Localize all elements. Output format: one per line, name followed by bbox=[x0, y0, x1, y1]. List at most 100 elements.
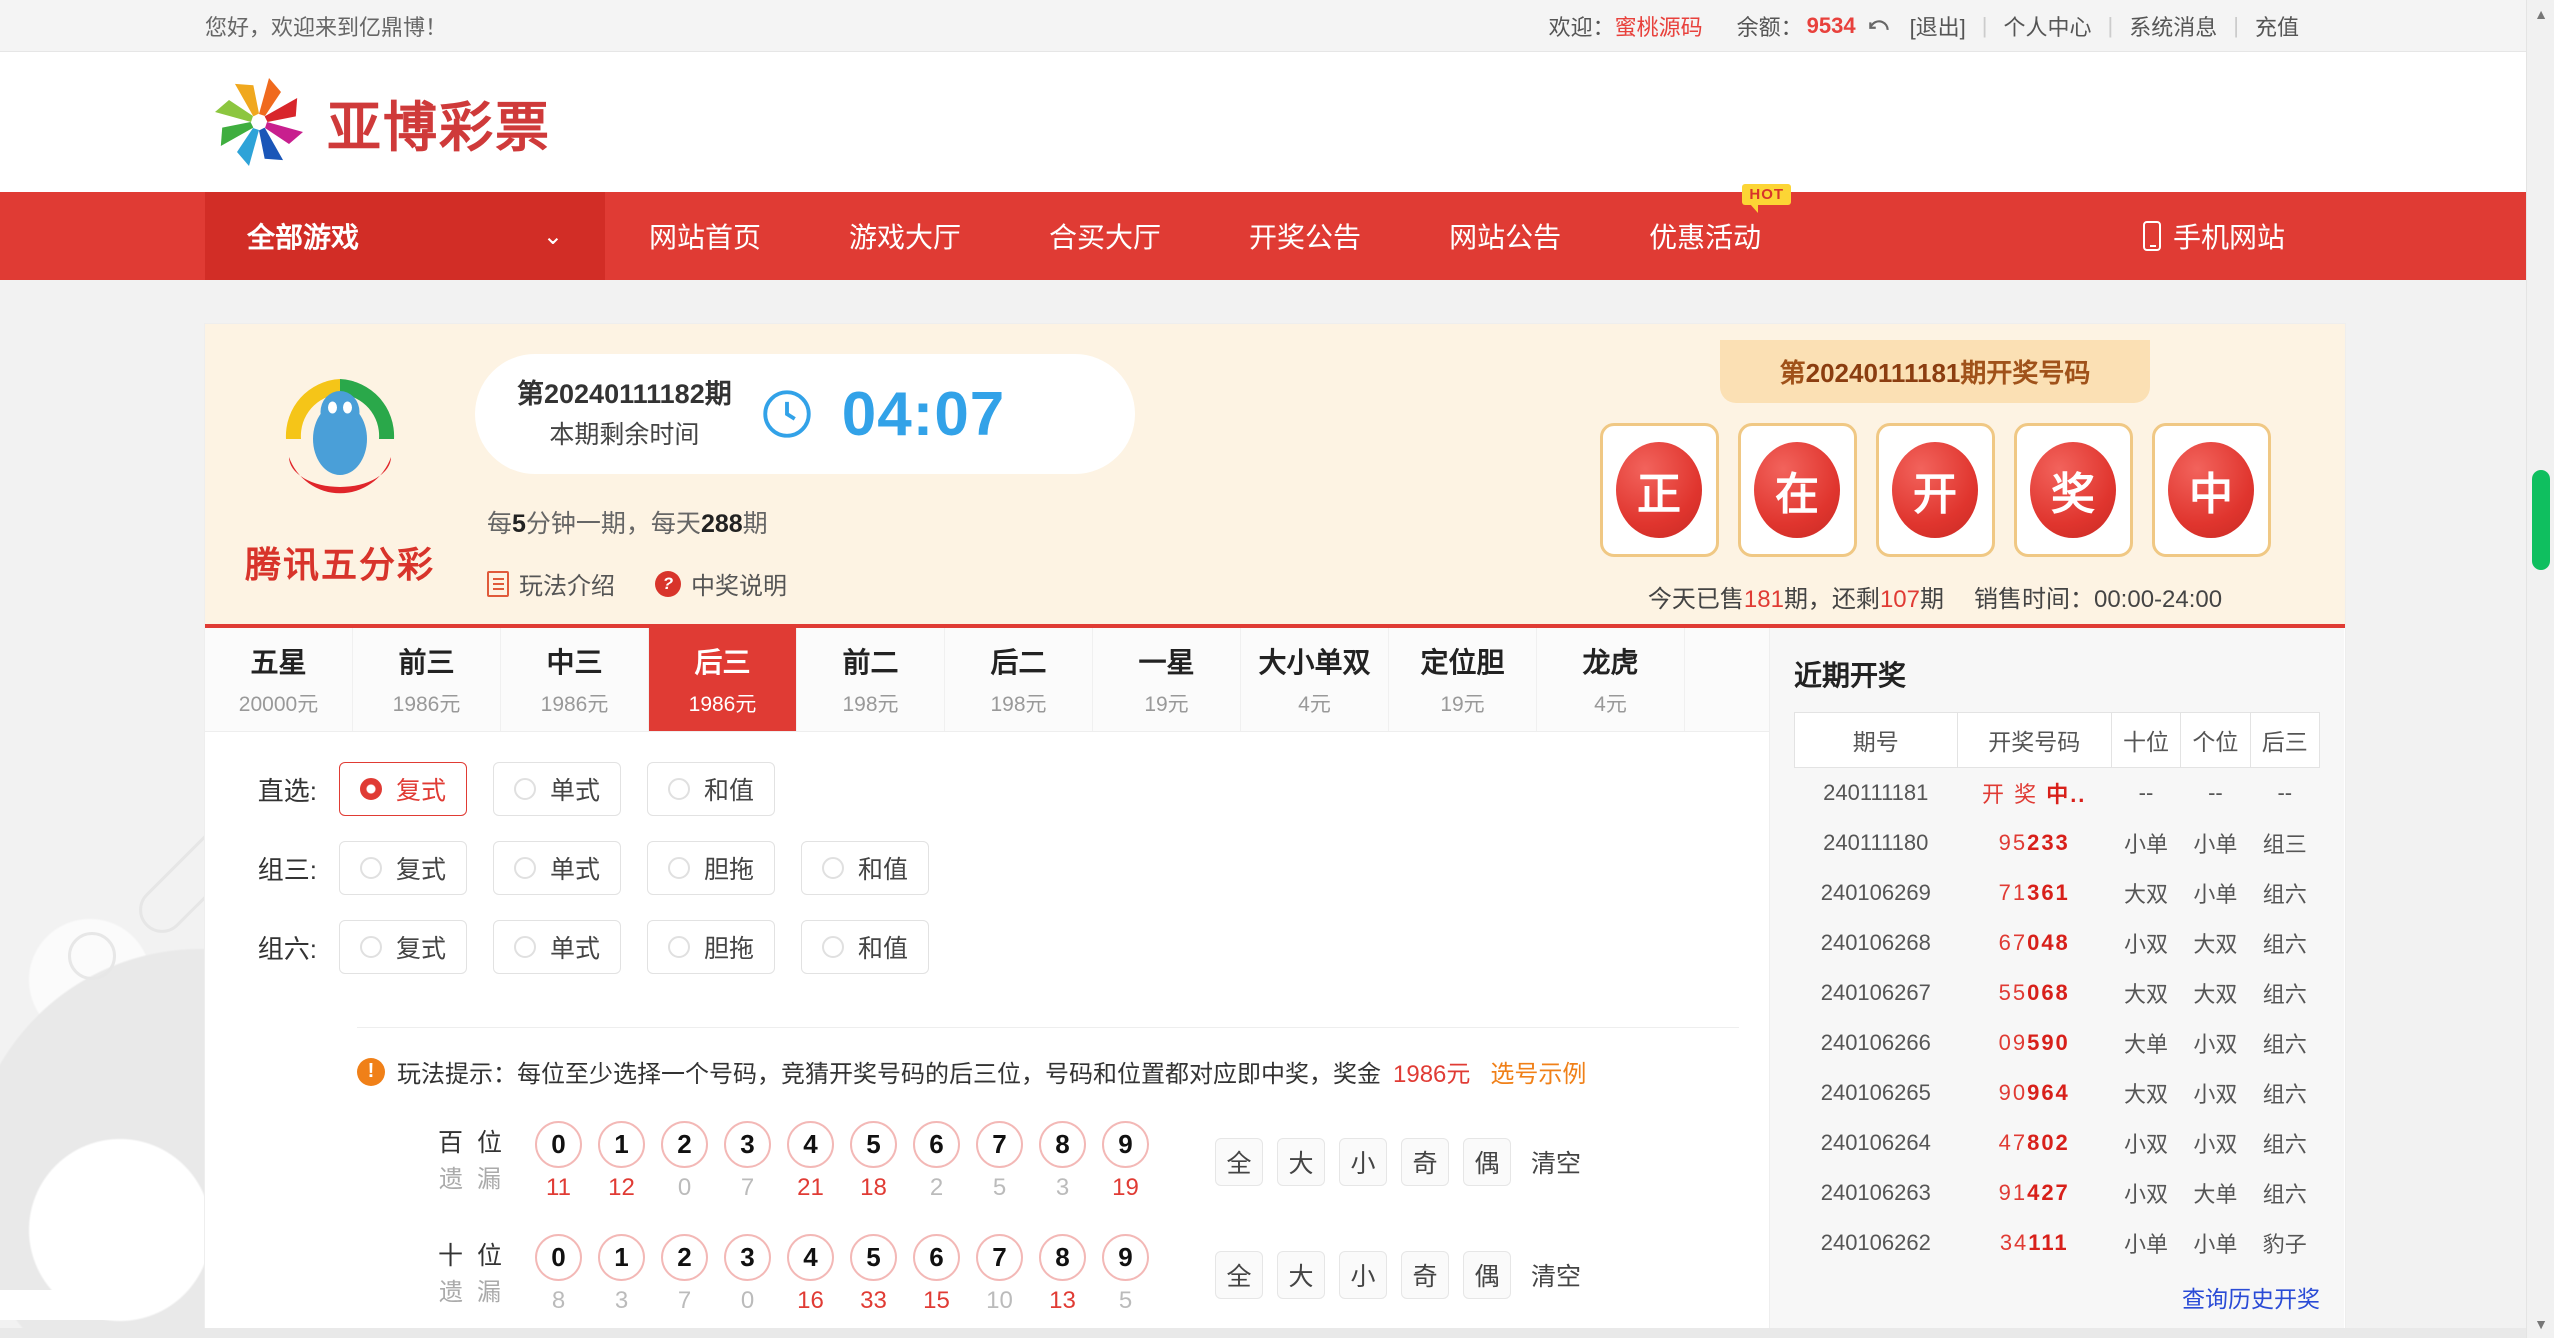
play-tab-4[interactable]: 后三1986元 bbox=[649, 628, 797, 731]
number-ball-4[interactable]: 4 bbox=[787, 1234, 834, 1281]
clear-button[interactable]: 清空 bbox=[1531, 1144, 1581, 1180]
number-ball-3[interactable]: 3 bbox=[724, 1121, 771, 1168]
brand-logo[interactable]: 亚博彩票 bbox=[205, 72, 551, 172]
scroll-down-arrow[interactable]: ▼ bbox=[2527, 1310, 2554, 1338]
number-ball-9[interactable]: 9 bbox=[1102, 1234, 1149, 1281]
username[interactable]: 蜜桃源码 bbox=[1615, 10, 1703, 42]
play-tab-name: 大小单双 bbox=[1258, 641, 1370, 681]
number-ball-6[interactable]: 6 bbox=[913, 1234, 960, 1281]
number-ball-7[interactable]: 7 bbox=[976, 1121, 1023, 1168]
table-row[interactable]: 24010626867048小双大双组六 bbox=[1795, 918, 2320, 968]
mobile-site-link[interactable]: 手机网站 bbox=[2143, 192, 2345, 280]
number-ball-5[interactable]: 5 bbox=[850, 1121, 897, 1168]
play-tab-10[interactable]: 龙虎4元 bbox=[1537, 628, 1685, 731]
number-ball-8[interactable]: 8 bbox=[1039, 1234, 1086, 1281]
quick-button-4[interactable]: 奇 bbox=[1401, 1251, 1449, 1299]
logout-link[interactable]: [退出] bbox=[1910, 10, 1966, 42]
table-row[interactable]: 24010626590964大双小双组六 bbox=[1795, 1068, 2320, 1118]
cell-hou3: 组六 bbox=[2250, 918, 2319, 968]
prize-info-link[interactable]: ? 中奖说明 bbox=[655, 566, 787, 601]
quick-button-3[interactable]: 小 bbox=[1339, 1138, 1387, 1186]
bet-mode-option-2-4[interactable]: 和值 bbox=[801, 841, 929, 895]
divider bbox=[357, 1027, 1739, 1028]
number-ball-2[interactable]: 2 bbox=[661, 1121, 708, 1168]
user-center-link[interactable]: 个人中心 bbox=[2004, 10, 2092, 42]
bet-mode-option-3-4[interactable]: 和值 bbox=[801, 920, 929, 974]
quick-button-4[interactable]: 奇 bbox=[1401, 1138, 1449, 1186]
number-ball-4[interactable]: 4 bbox=[787, 1121, 834, 1168]
play-tab-name: 定位胆 bbox=[1420, 641, 1504, 681]
number-ball-9[interactable]: 9 bbox=[1102, 1121, 1149, 1168]
bet-mode-option-3-3[interactable]: 胆拖 bbox=[647, 920, 775, 974]
play-tab-5[interactable]: 前二198元 bbox=[797, 628, 945, 731]
bet-mode-option-2-1[interactable]: 复式 bbox=[339, 841, 467, 895]
bet-mode-option-3-1[interactable]: 复式 bbox=[339, 920, 467, 974]
bet-mode-option-1-1[interactable]: 复式 bbox=[339, 762, 467, 816]
all-games-dropdown[interactable]: 全部游戏 ⌄ bbox=[205, 192, 605, 280]
bet-mode-option-2-2[interactable]: 单式 bbox=[493, 841, 621, 895]
play-tab-6[interactable]: 后二198元 bbox=[945, 628, 1093, 731]
history-link[interactable]: 查询历史开奖 bbox=[1794, 1280, 2320, 1314]
quick-button-3[interactable]: 小 bbox=[1339, 1251, 1387, 1299]
number-ball-5[interactable]: 5 bbox=[850, 1234, 897, 1281]
nav-item-5[interactable]: 网站公告 bbox=[1405, 216, 1605, 256]
table-row[interactable]: 24010626447802小双小双组六 bbox=[1795, 1118, 2320, 1168]
nav-item-1[interactable]: 网站首页 bbox=[605, 216, 805, 256]
nav-item-3[interactable]: 合买大厅 bbox=[1005, 216, 1205, 256]
number-cell: 27 bbox=[661, 1234, 708, 1315]
page-scrollbar[interactable]: ▲ ▼ bbox=[2526, 0, 2554, 1338]
table-row[interactable]: 24011118095233小单小单组三 bbox=[1795, 818, 2320, 868]
nav-item-4[interactable]: 开奖公告 bbox=[1205, 216, 1405, 256]
number-ball-0[interactable]: 0 bbox=[535, 1234, 582, 1281]
play-tab-7[interactable]: 一星19元 bbox=[1093, 628, 1241, 731]
bet-mode-option-label: 复式 bbox=[396, 850, 446, 886]
number-ball-8[interactable]: 8 bbox=[1039, 1121, 1086, 1168]
table-row[interactable]: 240111181开 奖 中..------ bbox=[1795, 768, 2320, 819]
number-ball-6[interactable]: 6 bbox=[913, 1121, 960, 1168]
scrollbar-thumb[interactable] bbox=[2532, 470, 2550, 570]
play-tab-8[interactable]: 大小单双4元 bbox=[1241, 628, 1389, 731]
play-tab-9[interactable]: 定位胆19元 bbox=[1389, 628, 1537, 731]
table-row[interactable]: 24010626609590大单小双组六 bbox=[1795, 1018, 2320, 1068]
bet-mode-option-2-3[interactable]: 胆拖 bbox=[647, 841, 775, 895]
table-row[interactable]: 24010626234111小单小单豹子 bbox=[1795, 1218, 2320, 1268]
example-link[interactable]: 选号示例 bbox=[1490, 1054, 1586, 1089]
scroll-up-arrow[interactable]: ▲ bbox=[2527, 0, 2554, 28]
number-ball-2[interactable]: 2 bbox=[661, 1234, 708, 1281]
quick-button-5[interactable]: 偶 bbox=[1463, 1251, 1511, 1299]
quick-button-5[interactable]: 偶 bbox=[1463, 1138, 1511, 1186]
clear-button[interactable]: 清空 bbox=[1531, 1257, 1581, 1293]
bet-mode-option-1-2[interactable]: 单式 bbox=[493, 762, 621, 816]
play-intro-label: 玩法介绍 bbox=[519, 566, 615, 601]
number-cell: 37 bbox=[724, 1121, 771, 1202]
quick-button-1[interactable]: 全 bbox=[1215, 1138, 1263, 1186]
bet-mode-option-label: 单式 bbox=[550, 850, 600, 886]
number-ball-7[interactable]: 7 bbox=[976, 1234, 1023, 1281]
table-row[interactable]: 24010626755068大双大双组六 bbox=[1795, 968, 2320, 1018]
number-ball-0[interactable]: 0 bbox=[535, 1121, 582, 1168]
system-message-link[interactable]: 系统消息 bbox=[2129, 10, 2217, 42]
cell-gewei: 小双 bbox=[2181, 1068, 2250, 1118]
play-tab-3[interactable]: 中三1986元 bbox=[501, 628, 649, 731]
table-row[interactable]: 24010626971361大双小单组六 bbox=[1795, 868, 2320, 918]
play-tab-2[interactable]: 前三1986元 bbox=[353, 628, 501, 731]
recharge-link[interactable]: 充值 bbox=[2255, 10, 2299, 42]
number-ball-1[interactable]: 1 bbox=[598, 1121, 645, 1168]
quick-button-2[interactable]: 大 bbox=[1277, 1251, 1325, 1299]
play-intro-link[interactable]: 玩法介绍 bbox=[487, 566, 615, 601]
refresh-icon[interactable] bbox=[1866, 18, 1892, 44]
quick-button-1[interactable]: 全 bbox=[1215, 1251, 1263, 1299]
number-ball-1[interactable]: 1 bbox=[598, 1234, 645, 1281]
cell-hou3: 豹子 bbox=[2250, 1218, 2319, 1268]
play-tab-1[interactable]: 五星20000元 bbox=[205, 628, 353, 731]
nav-item-2[interactable]: 游戏大厅 bbox=[805, 216, 1005, 256]
mobile-site-label: 手机网站 bbox=[2173, 216, 2285, 256]
quick-button-2[interactable]: 大 bbox=[1277, 1138, 1325, 1186]
bet-mode-option-1-3[interactable]: 和值 bbox=[647, 762, 775, 816]
result-ball-box: 在 bbox=[1738, 423, 1857, 557]
table-row[interactable]: 24010626391427小双大单组六 bbox=[1795, 1168, 2320, 1218]
page-container: 腾讯五分彩 第20240111182期 本期剩余时间 04:07 每5分钟一期，… bbox=[205, 324, 2345, 1338]
number-ball-3[interactable]: 3 bbox=[724, 1234, 771, 1281]
nav-item-6[interactable]: 优惠活动HOT bbox=[1605, 216, 1805, 256]
bet-mode-option-3-2[interactable]: 单式 bbox=[493, 920, 621, 974]
